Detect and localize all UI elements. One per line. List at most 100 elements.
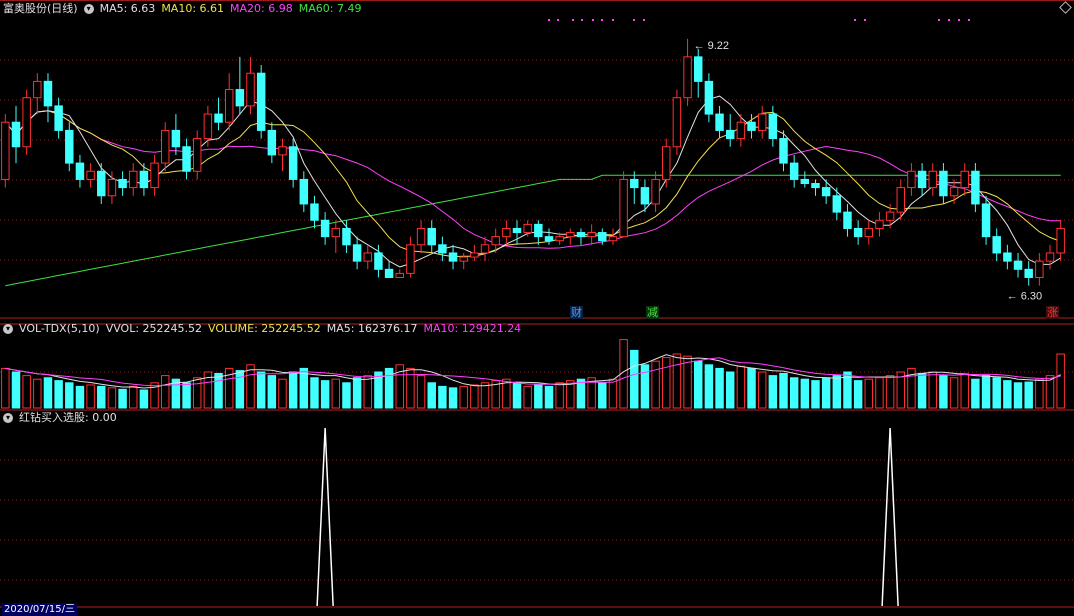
volume-bar (22, 375, 31, 409)
candle-body (949, 187, 959, 197)
candle-body (310, 203, 319, 221)
candle-body (459, 256, 468, 262)
event-dot (557, 19, 559, 21)
date-cursor-label: 2020/07/15/三 (2, 603, 78, 616)
chart-canvas[interactable]: ← 9.22 ← 6.30 (0, 0, 1074, 616)
volume-bar (139, 389, 149, 409)
volume-bar (267, 375, 277, 409)
candle-body (480, 244, 490, 254)
volume-bar (853, 380, 863, 409)
event-dot (548, 19, 550, 21)
settings-icon[interactable]: ▾ (83, 4, 94, 14)
signal-spike (881, 427, 899, 607)
volume-bar (1013, 382, 1023, 409)
vol-indicator-name: VOL-TDX(5,10) (19, 322, 100, 335)
indicator-value: : 0.00 (85, 411, 117, 424)
candle-body (65, 129, 74, 164)
candle-body (235, 89, 245, 107)
volume-bar (512, 382, 522, 409)
volume-bar (789, 377, 799, 409)
volume-bar (736, 365, 746, 409)
event-dot (572, 19, 574, 21)
candle-body (715, 113, 724, 131)
event-marker-cai[interactable]: 财 (570, 306, 583, 319)
event-dot (581, 19, 583, 21)
volume-bar (480, 382, 490, 409)
candle-body (1035, 260, 1044, 278)
volume-bar (363, 375, 373, 409)
candle-body (438, 244, 447, 254)
candle-body (630, 178, 639, 189)
candle-body (747, 121, 756, 131)
volume-bar (928, 371, 937, 409)
candle-body (75, 162, 85, 180)
candle-body (160, 129, 170, 164)
volume-bar (416, 375, 426, 409)
candle-body (736, 121, 746, 140)
volume-bar (747, 367, 756, 409)
candle-body (704, 80, 714, 115)
event-dot (854, 19, 856, 21)
candle-body (139, 170, 149, 189)
volume-bar (342, 382, 351, 409)
volume-bar (704, 364, 714, 409)
event-dot (601, 19, 603, 21)
candle-body (566, 232, 575, 238)
candle-body (192, 138, 202, 172)
candle-body (406, 244, 415, 274)
volume-bar (800, 378, 810, 409)
event-dot (633, 19, 635, 21)
candle-body (757, 113, 767, 131)
candle-body (917, 170, 927, 189)
candle-body (693, 56, 703, 82)
volume-bar (981, 375, 991, 409)
ma10-legend: MA10: 6.61 (161, 2, 225, 15)
volume-header: ▾ VOL-TDX(5,10) VVOL: 252245.52 VOLUME: 252… (3, 322, 527, 336)
candle-body (576, 232, 586, 238)
volume-bar (214, 372, 223, 409)
candle-body (608, 236, 618, 242)
volume-bar (917, 372, 927, 409)
candle-body (384, 268, 394, 278)
candle-body (416, 227, 426, 246)
volume-bar (299, 367, 309, 409)
candle-body (800, 178, 810, 185)
volume-bar (949, 377, 959, 409)
high-price-label: ← 9.22 (694, 40, 729, 52)
volume-bar (160, 375, 170, 409)
candle-body (363, 252, 373, 262)
candle-body (118, 178, 127, 189)
indicator-name: 红钻买入选股 (19, 411, 85, 424)
event-dot (612, 19, 614, 21)
volume-bar (672, 353, 682, 409)
candle-body (885, 211, 895, 221)
candle-body (875, 219, 884, 229)
event-dot (592, 19, 594, 21)
candle-body (33, 80, 42, 99)
ind-settings-icon[interactable]: ▾ (3, 413, 13, 423)
vol-ma5-value: MA5: 162376.17 (326, 322, 418, 335)
candle-body (1056, 227, 1065, 254)
candle-body (203, 113, 213, 140)
volume-bar (448, 387, 458, 409)
event-marker-zhang[interactable]: 涨 (1046, 306, 1059, 319)
volume-bar (821, 377, 831, 409)
volume-bar (86, 384, 95, 409)
volume-bar (832, 375, 842, 409)
event-marker-jian[interactable]: 减 (646, 306, 659, 319)
vol-settings-icon[interactable]: ▾ (3, 324, 13, 334)
volume-bar (192, 377, 202, 409)
volume-bar (725, 371, 735, 409)
volume-bar (939, 375, 948, 409)
candle-body (832, 195, 842, 213)
candle-body (971, 170, 980, 205)
volume-bar (11, 371, 21, 409)
volume-bar (33, 378, 42, 409)
volume-bar (544, 385, 554, 409)
candle-body (789, 162, 799, 180)
signal-spike (316, 427, 334, 607)
candle-body (1, 121, 10, 180)
candle-body (651, 178, 660, 205)
candle-body (470, 252, 479, 258)
event-dot (968, 19, 970, 21)
